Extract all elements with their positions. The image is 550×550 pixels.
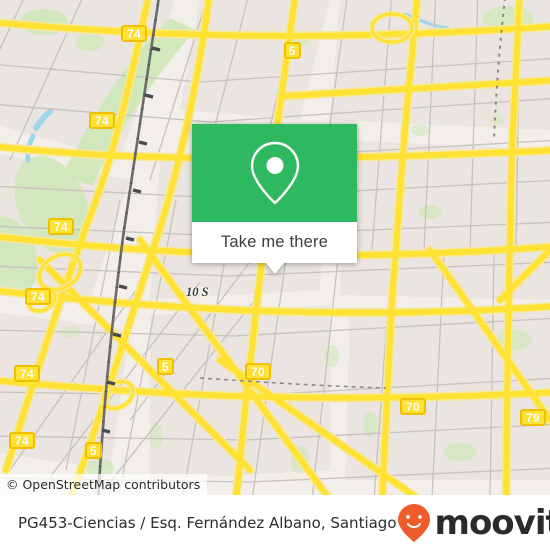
map-attribution[interactable]: © OpenStreetMap contributors — [0, 474, 208, 495]
road-shield: 74 — [9, 432, 35, 449]
location-title: PG453-Ciencias / Esq. Fernández Albano, … — [18, 513, 397, 532]
popup-header — [192, 124, 357, 222]
road-shield: 79 — [520, 409, 546, 426]
footer-bar: PG453-Ciencias / Esq. Fernández Albano, … — [0, 495, 550, 550]
location-popup[interactable]: Take me there — [192, 124, 357, 274]
road-shield: 74 — [48, 218, 74, 235]
road-shield: 74 — [25, 288, 51, 305]
moovit-wordmark: moovit — [434, 502, 550, 543]
map-screenshot: 74 5 74 74 74 74 74 5 70 5 70 79 10 S Take me there… — [0, 0, 550, 550]
map-pin-icon — [250, 141, 299, 205]
take-me-there-label: Take me there — [220, 233, 329, 251]
road-shield: 74 — [14, 365, 40, 382]
road-shield: 5 — [157, 358, 174, 375]
road-shield: 70 — [400, 398, 426, 415]
popup-tail-pointer — [265, 263, 284, 274]
road-shield: 74 — [121, 25, 147, 42]
road-shield: 5 — [85, 442, 102, 459]
map-canvas[interactable]: 74 5 74 74 74 74 74 5 70 5 70 79 10 S Take me there… — [0, 0, 550, 495]
road-shield: 70 — [245, 363, 271, 380]
moovit-brand[interactable]: moovit — [397, 503, 550, 543]
road-shield: 5 — [284, 42, 301, 59]
moovit-smiley-pin-icon — [397, 503, 430, 542]
road-shield: 74 — [89, 112, 115, 129]
popup-footer[interactable]: Take me there — [192, 222, 357, 274]
street-name-label: 10 S — [186, 285, 209, 299]
